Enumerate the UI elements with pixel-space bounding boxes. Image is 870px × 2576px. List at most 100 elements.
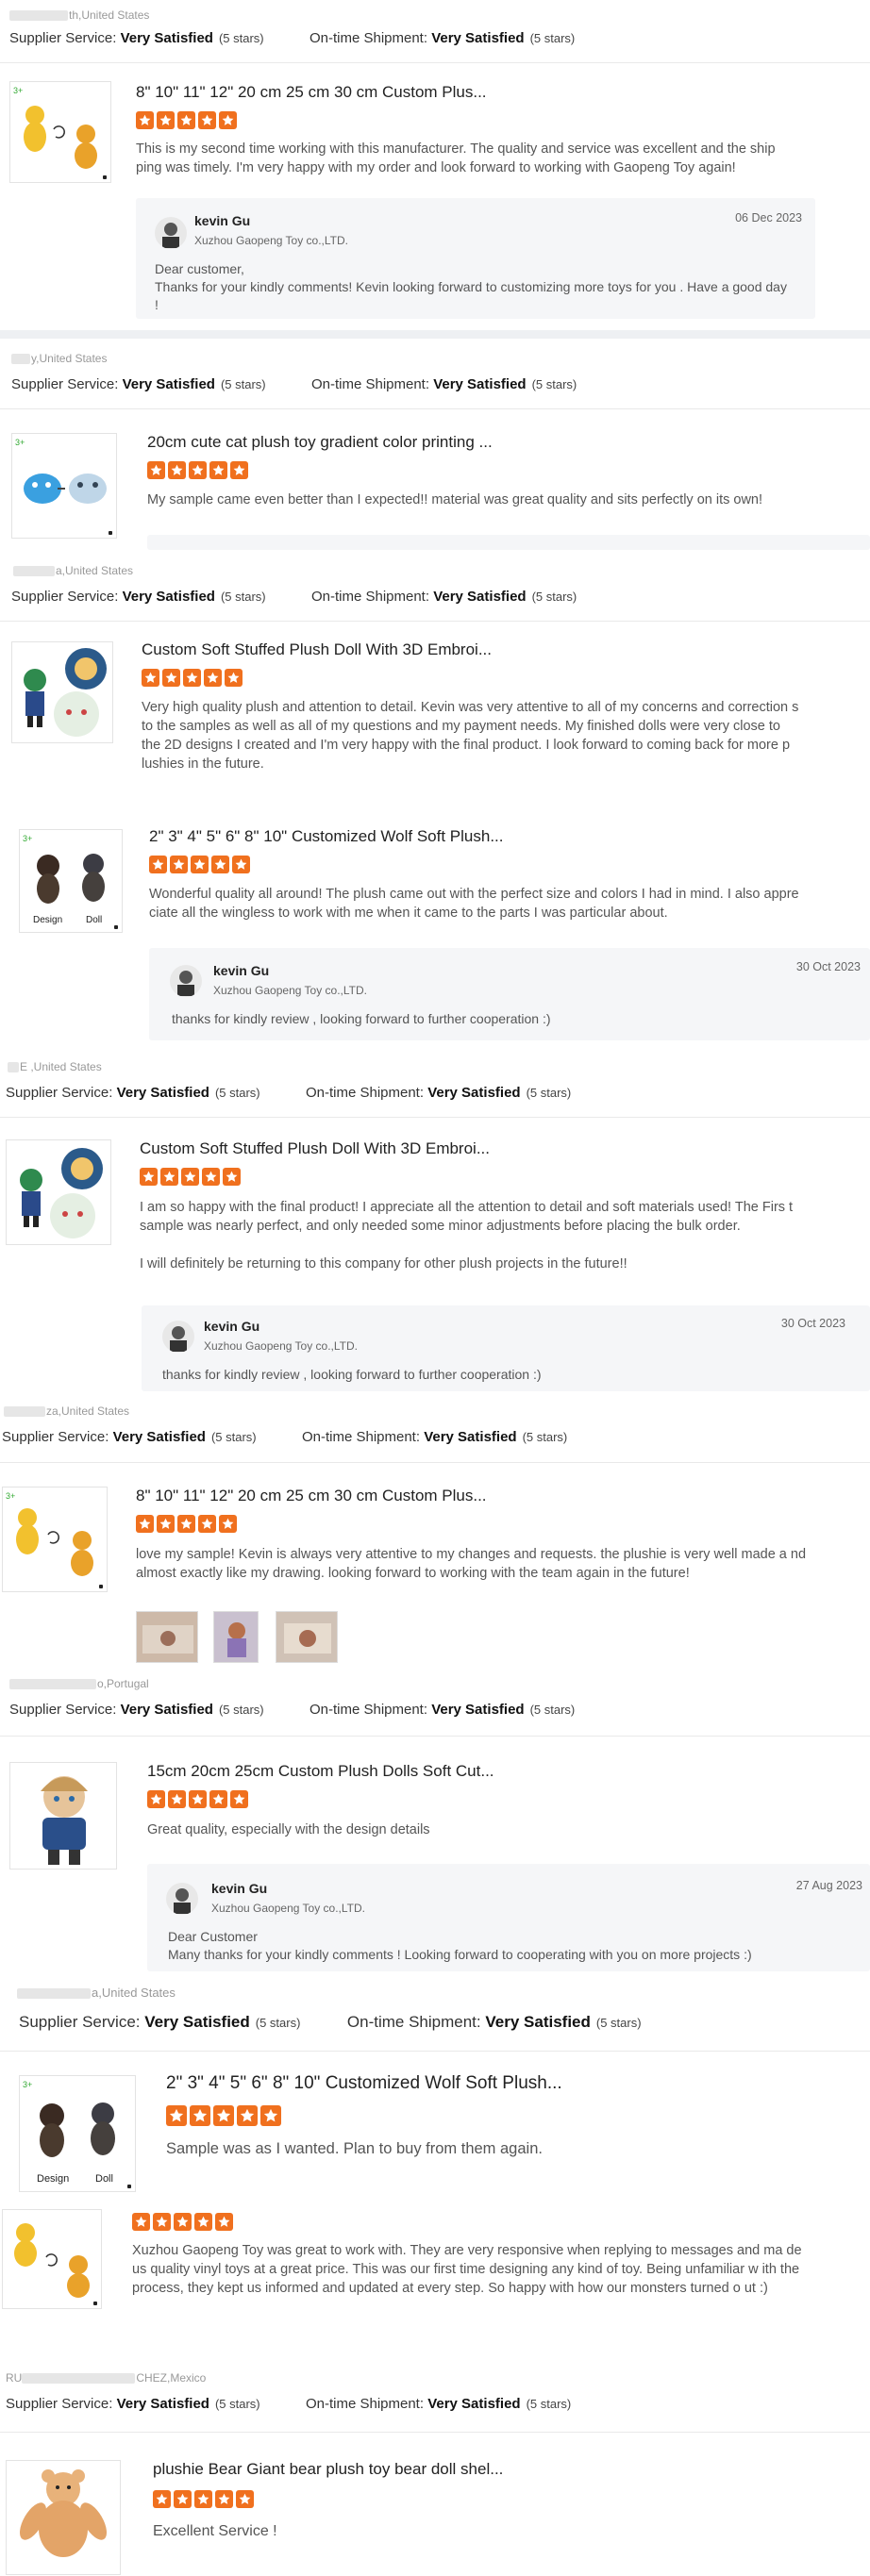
review-comment: My sample came even better than I expect… — [147, 492, 763, 507]
reply-author: kevin Gu — [211, 1881, 268, 1896]
star-icon — [260, 2105, 281, 2126]
star-icon — [230, 1790, 248, 1808]
star-icon — [136, 111, 154, 129]
rating-stars — [153, 2490, 257, 2509]
rating-stars — [136, 111, 240, 130]
product-thumbnail[interactable]: Design Doll 3+ — [19, 829, 123, 933]
product-thumbnail[interactable]: 3+ — [9, 81, 111, 183]
star-icon — [160, 1168, 178, 1186]
buyer-name: za,United States — [4, 1404, 129, 1418]
review-card: za,United States Supplier Service: Very … — [0, 1400, 870, 1673]
rating-stars — [140, 1168, 243, 1187]
star-icon — [219, 1515, 237, 1533]
reply-company: Xuzhou Gaopeng Toy co.,LTD. — [194, 234, 348, 247]
review-photo[interactable] — [276, 1611, 338, 1663]
review-card: y,United States Supplier Service: Very S… — [0, 339, 870, 550]
buyer-name: E ,United States — [8, 1060, 102, 1073]
product-thumbnail[interactable] — [6, 2460, 121, 2575]
svg-text:3+: 3+ — [6, 1491, 15, 1501]
product-title[interactable]: plushie Bear Giant bear plush toy bear d… — [153, 2460, 503, 2479]
avatar — [170, 965, 202, 997]
star-icon — [170, 856, 188, 873]
review-card: a,United States Supplier Service: Very S… — [0, 550, 870, 1040]
star-icon — [236, 2490, 254, 2508]
supplier-ratings: Supplier Service: Very Satisfied (5 stars… — [6, 1085, 572, 1101]
review-comment: Very high quality plush and attention to… — [142, 700, 799, 772]
svg-text:Design: Design — [37, 2173, 69, 2185]
star-icon — [166, 2105, 187, 2126]
review-comment: Excellent Service ! — [153, 2523, 277, 2539]
product-title[interactable]: Custom Soft Stuffed Plush Doll With 3D E… — [140, 1139, 490, 1158]
star-icon — [153, 2490, 171, 2508]
product-title[interactable]: Custom Soft Stuffed Plush Doll With 3D E… — [142, 640, 492, 659]
reply-author: kevin Gu — [204, 1319, 260, 1334]
product-thumbnail[interactable]: Design Doll 3+ — [19, 2075, 136, 2192]
svg-text:3+: 3+ — [23, 834, 32, 843]
star-icon — [157, 1515, 175, 1533]
supplier-ratings: Supplier Service: Very Satisfied (5 stars… — [11, 376, 577, 392]
star-icon — [147, 461, 165, 479]
review-comment: love my sample! Kevin is always very att… — [136, 1547, 807, 1581]
product-thumbnail[interactable] — [2, 2209, 102, 2309]
star-icon — [204, 669, 222, 687]
product-title[interactable]: 8" 10" 11" 12" 20 cm 25 cm 30 cm Custom … — [136, 83, 487, 102]
review-card: th,United States Supplier Service: Very … — [0, 0, 870, 330]
star-icon — [174, 2213, 192, 2231]
svg-text:3+: 3+ — [15, 438, 25, 447]
review-card: E ,United States Supplier Service: Very … — [0, 1056, 870, 1391]
review-card: Xuzhou Gaopeng Toy was great to work wit… — [0, 2202, 870, 2345]
review-comment: Sample was as I wanted. Plan to buy from… — [166, 2140, 543, 2157]
supplier-ratings: Supplier Service: Very Satisfied (5 stars… — [6, 2396, 572, 2412]
star-icon — [209, 461, 227, 479]
review-photo[interactable] — [136, 1611, 198, 1663]
product-thumbnail[interactable]: 3+ — [11, 433, 117, 539]
star-icon — [215, 2490, 233, 2508]
star-icon — [237, 2105, 258, 2126]
star-icon — [232, 856, 250, 873]
star-icon — [198, 111, 216, 129]
star-icon — [189, 1790, 207, 1808]
product-thumbnail[interactable] — [6, 1139, 111, 1245]
product-title[interactable]: 15cm 20cm 25cm Custom Plush Dolls Soft C… — [147, 1762, 494, 1781]
product-title[interactable]: 8" 10" 11" 12" 20 cm 25 cm 30 cm Custom … — [136, 1487, 487, 1505]
rating-stars — [166, 2105, 284, 2126]
product-title[interactable]: 2" 3" 4" 5" 6" 8" 10" Customized Wolf So… — [149, 827, 504, 846]
avatar — [166, 1883, 198, 1915]
reply-company: Xuzhou Gaopeng Toy co.,LTD. — [213, 984, 367, 997]
product-title[interactable]: 2" 3" 4" 5" 6" 8" 10" Customized Wolf So… — [166, 2073, 562, 2094]
product-title[interactable]: 20cm cute cat plush toy gradient color p… — [147, 433, 493, 452]
supplier-reply: kevin Gu Xuzhou Gaopeng Toy co.,LTD. 30 … — [142, 1305, 870, 1391]
avatar — [162, 1321, 194, 1353]
svg-text:Doll: Doll — [86, 915, 102, 925]
product-thumbnail[interactable]: 3+ — [2, 1487, 108, 1592]
svg-text:Design: Design — [33, 915, 62, 925]
rating-stars — [149, 856, 253, 874]
star-icon — [225, 669, 243, 687]
buyer-name: a,United States — [13, 564, 133, 577]
reply-company: Xuzhou Gaopeng Toy co.,LTD. — [204, 1339, 358, 1353]
star-icon — [136, 1515, 154, 1533]
review-comment: This is my second time working with this… — [136, 141, 776, 175]
star-icon — [174, 2490, 192, 2508]
rating-stars — [147, 461, 251, 480]
review-card: o,Portugal Supplier Service: Very Satisf… — [0, 1673, 870, 1971]
review-comment: I am so happy with the final product! I … — [140, 1200, 794, 1271]
svg-text:Doll: Doll — [95, 2173, 113, 2185]
star-icon — [177, 111, 195, 129]
reply-date: 30 Oct 2023 — [795, 960, 861, 973]
star-icon — [157, 111, 175, 129]
buyer-name: RU CHEZ,Mexico — [6, 2371, 207, 2385]
supplier-ratings: Supplier Service: Very Satisfied (5 stars… — [2, 1429, 568, 1445]
star-icon — [132, 2213, 150, 2231]
reply-date: 30 Oct 2023 — [780, 1317, 845, 1330]
star-icon — [202, 1168, 220, 1186]
product-thumbnail[interactable] — [11, 641, 113, 743]
product-thumbnail[interactable] — [9, 1762, 117, 1870]
rating-stars — [147, 1790, 251, 1809]
star-icon — [198, 1515, 216, 1533]
review-comment: Great quality, especially with the desig… — [147, 1822, 430, 1837]
review-photo[interactable] — [213, 1611, 259, 1663]
star-icon — [177, 1515, 195, 1533]
reply-author: kevin Gu — [194, 213, 251, 228]
supplier-reply: kevin Gu Xuzhou Gaopeng Toy co.,LTD. 06 … — [136, 198, 815, 319]
